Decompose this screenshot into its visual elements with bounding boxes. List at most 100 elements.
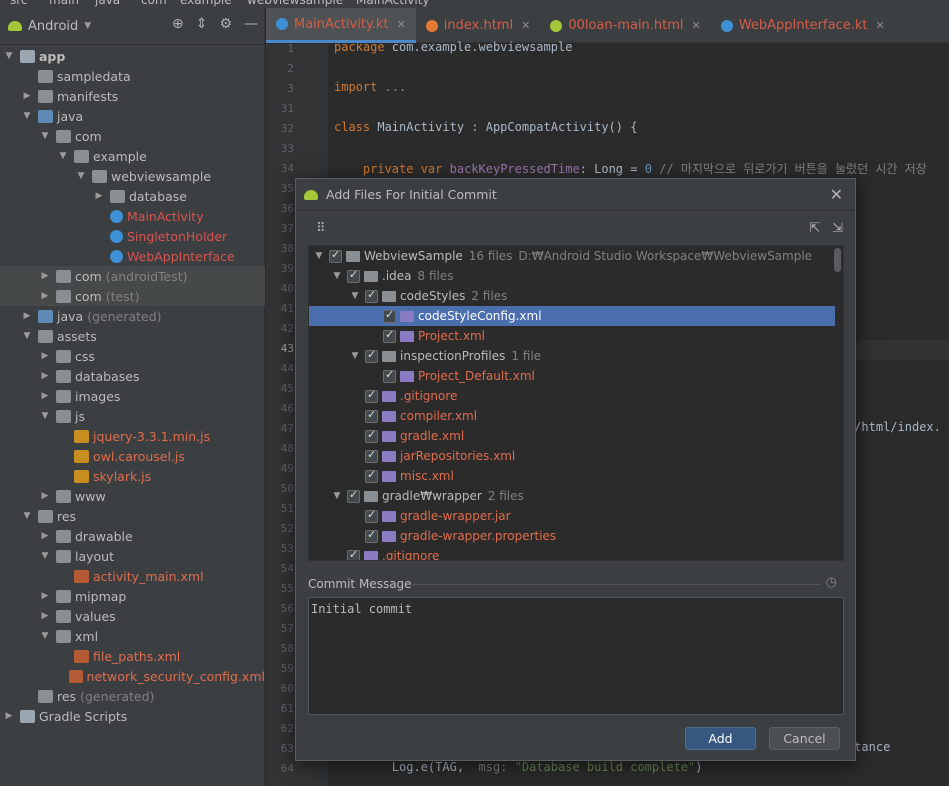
tree-item[interactable]: ▼ js: [0, 406, 265, 426]
breadcrumb-item[interactable]: MainActivity: [356, 0, 430, 7]
close-icon[interactable]: ✕: [830, 185, 843, 204]
chevron-down-icon[interactable]: ▼: [313, 251, 325, 261]
file-tree-row[interactable]: .gitignore: [309, 546, 835, 560]
tree-item[interactable]: ▶ manifests: [0, 86, 265, 106]
collapse-all-icon[interactable]: ⇕: [196, 16, 208, 32]
chevron-right-icon[interactable]: ▶: [22, 91, 32, 101]
group-by-icon[interactable]: ⠿: [316, 221, 326, 236]
chevron-down-icon[interactable]: ▼: [22, 331, 32, 341]
chevron-down-icon[interactable]: ▼: [40, 411, 50, 421]
file-tree-row[interactable]: misc.xml: [309, 466, 835, 486]
chevron-down-icon[interactable]: ▼: [22, 511, 32, 521]
file-checkbox[interactable]: [329, 248, 342, 263]
file-checkbox[interactable]: [383, 328, 396, 343]
editor-tab[interactable]: WebAppInterface.kt ✕: [711, 8, 895, 43]
tree-item[interactable]: ▶ mipmap: [0, 586, 265, 606]
tree-item[interactable]: ▶ com (androidTest): [0, 266, 265, 286]
chevron-down-icon[interactable]: ▼: [84, 21, 91, 31]
file-checkbox[interactable]: [365, 288, 378, 303]
tree-item[interactable]: SingletonHolder: [0, 226, 265, 246]
file-checkbox[interactable]: [383, 368, 396, 383]
tree-item[interactable]: ▼ xml: [0, 626, 265, 646]
file-checkbox[interactable]: [347, 488, 360, 503]
gear-icon[interactable]: ⚙: [219, 16, 232, 32]
file-tree-row[interactable]: Project_Default.xml: [309, 366, 835, 386]
tree-item[interactable]: MainActivity: [0, 206, 265, 226]
chevron-down-icon[interactable]: ▼: [40, 631, 50, 641]
tree-item[interactable]: ▼ assets: [0, 326, 265, 346]
chevron-right-icon[interactable]: ▶: [94, 191, 104, 201]
close-icon[interactable]: ✕: [692, 19, 701, 32]
tree-item[interactable]: file_paths.xml: [0, 646, 265, 666]
file-checkbox[interactable]: [365, 408, 378, 423]
breadcrumb-item[interactable]: main: [49, 0, 79, 7]
editor-tab[interactable]: MainActivity.kt ✕: [266, 8, 416, 43]
hide-icon[interactable]: —: [244, 16, 258, 32]
tree-item[interactable]: owl.carousel.js: [0, 446, 265, 466]
close-icon[interactable]: ✕: [875, 19, 884, 32]
tree-item[interactable]: ▶ databases: [0, 366, 265, 386]
add-button[interactable]: Add: [685, 727, 756, 750]
file-tree-row[interactable]: .gitignore: [309, 386, 835, 406]
tree-item[interactable]: ▼ app: [0, 46, 265, 66]
editor-tab[interactable]: 00loan-main.html ✕: [540, 8, 710, 43]
tree-item[interactable]: sampledata: [0, 66, 265, 86]
tree-item[interactable]: ▶ Gradle Scripts: [0, 706, 265, 726]
tree-item[interactable]: ▶ database: [0, 186, 265, 206]
tree-item[interactable]: ▶ java (generated): [0, 306, 265, 326]
file-tree-row[interactable]: ▼ WebviewSample 16 files D:₩Android Studio …: [309, 246, 835, 266]
history-icon[interactable]: ◷: [826, 575, 837, 590]
cancel-button[interactable]: Cancel: [769, 727, 840, 750]
chevron-right-icon[interactable]: ▶: [40, 291, 50, 301]
file-tree-row[interactable]: Project.xml: [309, 326, 835, 346]
tree-item[interactable]: ▼ example: [0, 146, 265, 166]
tree-item[interactable]: jquery-3.3.1.min.js: [0, 426, 265, 446]
chevron-down-icon[interactable]: ▼: [58, 151, 68, 161]
chevron-down-icon[interactable]: ▼: [40, 131, 50, 141]
tree-item[interactable]: network_security_config.xml: [0, 666, 265, 686]
tree-item[interactable]: ▶ drawable: [0, 526, 265, 546]
tree-item[interactable]: ▼ java: [0, 106, 265, 126]
chevron-down-icon[interactable]: ▼: [40, 551, 50, 561]
tree-item[interactable]: skylark.js: [0, 466, 265, 486]
file-tree-row[interactable]: gradle-wrapper.jar: [309, 506, 835, 526]
close-icon[interactable]: ✕: [521, 19, 530, 32]
chevron-right-icon[interactable]: ▶: [40, 371, 50, 381]
file-tree-row[interactable]: ▼ inspectionProfiles 1 file: [309, 346, 835, 366]
file-checkbox[interactable]: [365, 388, 378, 403]
file-checkbox[interactable]: [365, 468, 378, 483]
tree-item[interactable]: WebAppInterface: [0, 246, 265, 266]
scrollbar[interactable]: [834, 248, 841, 272]
commit-message-input[interactable]: Initial commit: [308, 597, 844, 715]
chevron-right-icon[interactable]: ▶: [40, 491, 50, 501]
breadcrumb-item[interactable]: com: [141, 0, 167, 7]
chevron-right-icon[interactable]: ▶: [4, 711, 14, 721]
file-tree-row[interactable]: gradle.xml: [309, 426, 835, 446]
chevron-right-icon[interactable]: ▶: [22, 311, 32, 321]
chevron-down-icon[interactable]: ▼: [349, 291, 361, 301]
close-icon[interactable]: ✕: [397, 18, 406, 31]
file-checkbox[interactable]: [383, 308, 396, 323]
file-tree-row[interactable]: ▼ gradle₩wrapper 2 files: [309, 486, 835, 506]
breadcrumb-item[interactable]: java: [95, 0, 120, 7]
file-checkbox[interactable]: [347, 268, 360, 283]
file-checkbox[interactable]: [365, 528, 378, 543]
breadcrumb-item[interactable]: src: [10, 0, 28, 7]
project-view-selector[interactable]: Android: [28, 19, 78, 34]
file-checkbox[interactable]: [347, 548, 360, 560]
chevron-down-icon[interactable]: ▼: [349, 351, 361, 361]
tree-item[interactable]: ▼ com: [0, 126, 265, 146]
file-tree-row[interactable]: gradle-wrapper.properties: [309, 526, 835, 546]
tree-item[interactable]: ▶ com (test): [0, 286, 265, 306]
breadcrumb-item[interactable]: example: [180, 0, 232, 7]
tree-item[interactable]: ▶ values: [0, 606, 265, 626]
chevron-right-icon[interactable]: ▶: [40, 271, 50, 281]
editor-tab[interactable]: index.html ✕: [416, 8, 541, 43]
file-checkbox[interactable]: [365, 508, 378, 523]
chevron-down-icon[interactable]: ▼: [331, 271, 343, 281]
chevron-down-icon[interactable]: ▼: [76, 171, 86, 181]
file-checkbox[interactable]: [365, 348, 378, 363]
locate-icon[interactable]: ⊕: [172, 16, 184, 32]
tree-item[interactable]: res (generated): [0, 686, 265, 706]
tree-item[interactable]: activity_main.xml: [0, 566, 265, 586]
